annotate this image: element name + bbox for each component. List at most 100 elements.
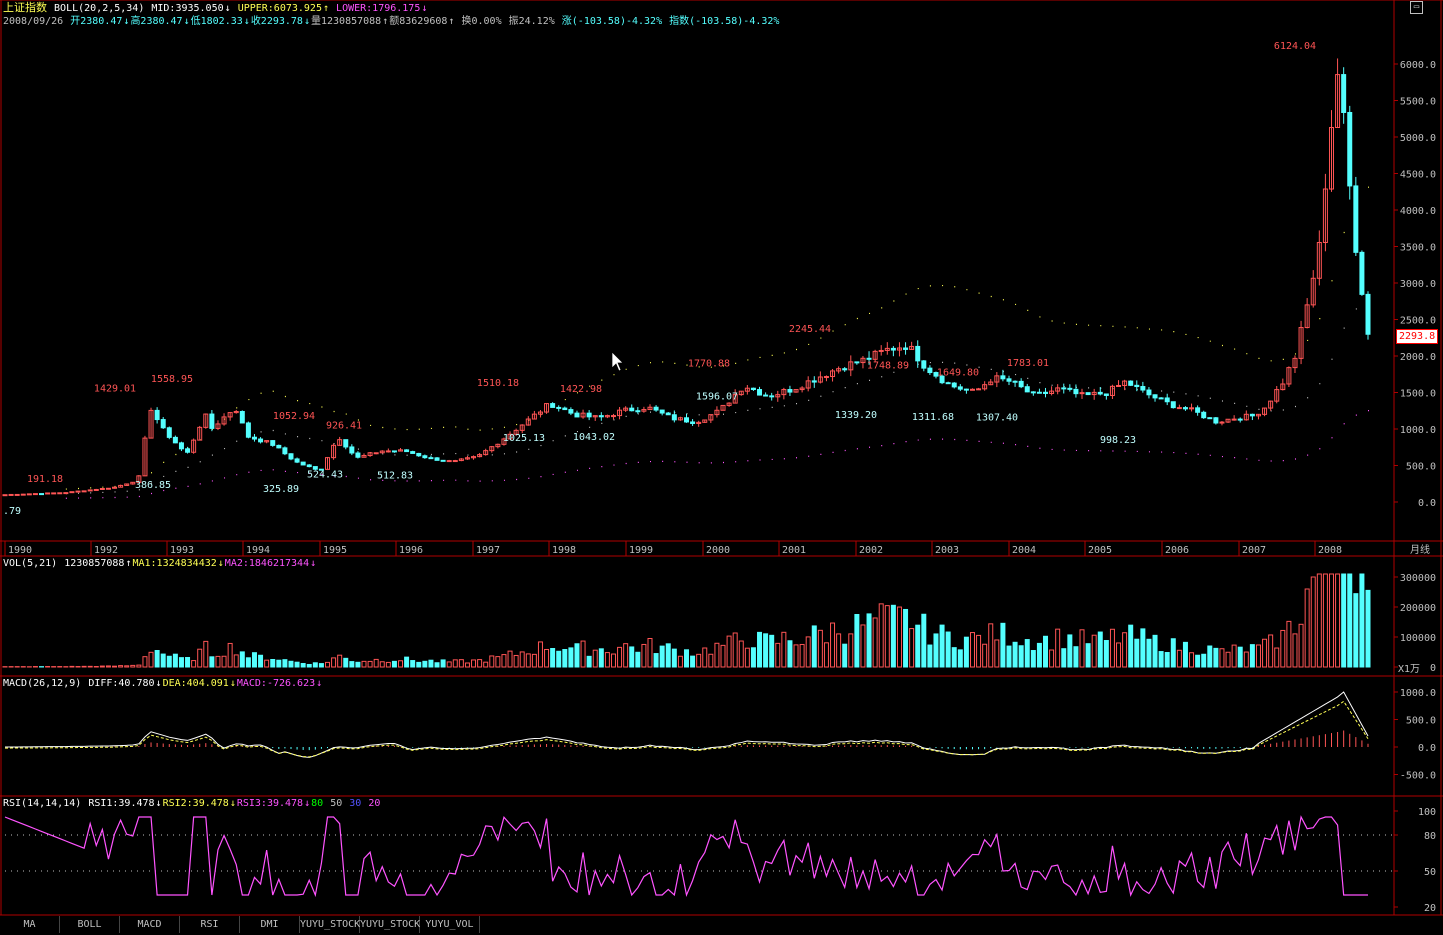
year-label: 2004 <box>1012 545 1036 556</box>
candle-body <box>854 361 860 364</box>
volume-bar <box>653 653 659 668</box>
volume-bar <box>1286 620 1292 668</box>
rsi-axis-label: 20 <box>1424 903 1436 914</box>
macd-legend: MACD(26,12,9) DIFF:40.780↓DEA:404.091↓MA… <box>3 678 323 689</box>
year-label: 1990 <box>8 545 32 556</box>
high-label: 2245.44 <box>789 324 831 335</box>
volume-bar <box>331 657 337 668</box>
tab-yuyu_stock[interactable]: YUYU_STOCK <box>360 916 420 933</box>
year-label: 2002 <box>859 545 883 556</box>
rsi-3: RSI3:39.478 <box>236 798 304 809</box>
candle-body <box>63 492 69 495</box>
candle-body <box>288 453 294 460</box>
volume-bar <box>294 661 300 668</box>
rsi-axis-label: 80 <box>1424 831 1436 842</box>
candle-body <box>282 447 288 455</box>
price-tick-label: 6000.0 <box>1400 60 1436 71</box>
low-label: 998.23 <box>1100 435 1136 446</box>
volume-bar <box>477 659 483 668</box>
volume-bar <box>87 665 93 668</box>
volume-bar <box>665 643 671 668</box>
high-label: 1052.94 <box>273 411 315 422</box>
volume-bar <box>69 665 75 668</box>
volume-bar <box>884 605 890 668</box>
candle-body <box>890 347 896 351</box>
year-label: 2005 <box>1088 545 1112 556</box>
volume-bar <box>903 608 909 668</box>
price-labels: 191.18 1429.01 1558.95 1052.94 926.41 1510.18… <box>3 41 1316 517</box>
candle-body <box>1012 380 1018 383</box>
rsi-label[interactable]: RSI(14,14,14) <box>3 798 81 809</box>
rsi-axis-label: 100 <box>1418 807 1436 818</box>
volume-bar <box>1018 645 1024 668</box>
volume-bar <box>544 648 550 668</box>
volume-bar <box>355 661 361 668</box>
macd-label[interactable]: MACD(26,12,9) <box>3 678 81 689</box>
high-label: 1748.89 <box>867 360 909 371</box>
rsi-panel: 100 80 50 20 <box>4 807 1436 914</box>
volume-bar <box>629 646 635 668</box>
rsi-legend: RSI(14,14,14) RSI1:39.478↓RSI2:39.478↓RS… <box>3 798 381 809</box>
candle-body <box>976 388 982 391</box>
volume-bar <box>598 648 604 668</box>
candle-body <box>1231 418 1237 421</box>
volume-bar <box>1061 648 1067 668</box>
volume-bar <box>1049 649 1055 668</box>
volume-bar <box>927 644 933 668</box>
year-label: 2001 <box>782 545 806 556</box>
volume-bar <box>1000 622 1006 668</box>
candle-body <box>1359 251 1365 295</box>
candle-body <box>1353 185 1359 253</box>
vol-label[interactable]: VOL(5,21) <box>3 558 57 569</box>
candle-body <box>550 403 556 408</box>
last-price-tag: 2293.8 <box>1396 329 1439 344</box>
candle-body <box>185 448 191 453</box>
candle-body <box>294 458 300 463</box>
candle-body <box>410 451 416 454</box>
volume-bar <box>276 659 282 668</box>
candle-body <box>1176 407 1182 410</box>
volume-bar <box>787 640 793 668</box>
volume-bar <box>1213 647 1219 668</box>
volume-bar <box>817 629 823 668</box>
rsi-level-50: 50 <box>330 798 343 809</box>
candle-body <box>1347 111 1353 187</box>
candle-body <box>562 407 568 411</box>
volume-bar <box>951 647 957 668</box>
volume-bar <box>963 636 969 668</box>
tab-boll[interactable]: BOLL <box>60 916 120 933</box>
volume-bar <box>495 656 501 668</box>
candle-body <box>927 367 933 374</box>
tab-yuyu_stock[interactable]: YUYU_STOCK <box>300 916 360 933</box>
tab-macd[interactable]: MACD <box>120 916 180 933</box>
candle-body <box>343 439 349 448</box>
price-tick-label: 500.0 <box>1406 462 1436 473</box>
vol-ma1: MA1:1324834432 <box>132 558 217 569</box>
tab-dmi[interactable]: DMI <box>240 916 300 933</box>
volume-bar <box>1085 643 1091 668</box>
candle-body <box>1341 74 1347 113</box>
candle-body <box>823 376 829 379</box>
candle-body <box>842 368 848 371</box>
volume-bar <box>982 643 988 668</box>
candle-body <box>270 440 276 446</box>
volume-bar <box>696 653 702 668</box>
volume-bar <box>714 642 720 668</box>
vol-unit: X1万 <box>1398 664 1420 675</box>
chart-canvas[interactable]: 6000.05500.05000.04500.04000.03500.03000… <box>0 0 1443 935</box>
volume-bar <box>732 632 738 668</box>
volume-bar <box>744 647 750 668</box>
volume-bar <box>1189 652 1195 668</box>
candle-body <box>1006 378 1012 382</box>
tab-rsi[interactable]: RSI <box>180 916 240 933</box>
vol-axis-label: 0 <box>1430 663 1436 674</box>
volume-bar <box>641 643 647 668</box>
volume-bar <box>702 647 708 668</box>
tab-ma[interactable]: MA <box>0 916 60 933</box>
candle-body <box>957 386 963 390</box>
tab-yuyu_vol[interactable]: YUYU_VOL <box>420 916 480 933</box>
candle-body <box>373 452 379 455</box>
volume-bar <box>178 657 184 668</box>
volume-bar <box>1079 629 1085 668</box>
volume-bar <box>337 654 343 668</box>
